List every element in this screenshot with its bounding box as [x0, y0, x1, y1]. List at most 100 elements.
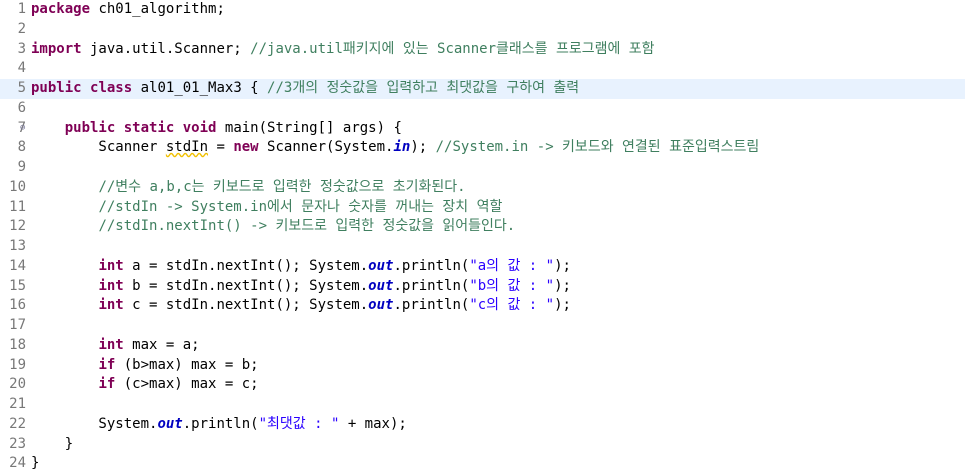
- code-text: int a = stdIn.nextInt(); System.out.prin…: [31, 257, 571, 277]
- code-line[interactable]: 23 }: [0, 435, 965, 455]
- code-text: //stdIn.nextInt() -> 키보드로 입력한 정숫값을 읽어들인다…: [31, 217, 515, 237]
- code-token: package: [31, 1, 91, 17]
- line-number: 23: [9, 435, 26, 452]
- code-token: (b>max) max = b;: [115, 356, 259, 373]
- code-token: }: [31, 455, 40, 472]
- code-line[interactable]: 13: [0, 237, 965, 257]
- code-token: out: [368, 257, 394, 274]
- fold-collapse-icon[interactable]: ⊖: [20, 119, 25, 139]
- line-number: 10: [9, 178, 26, 195]
- code-line[interactable]: 8 Scanner stdIn = new Scanner(System.in)…: [0, 138, 965, 158]
- code-text: package ch01_algorithm;: [31, 0, 225, 20]
- code-token: stdIn: [165, 139, 209, 156]
- code-line[interactable]: 11 //stdIn -> System.in에서 문자나 숫자를 꺼내는 장치…: [0, 198, 965, 218]
- code-token: if: [98, 376, 116, 393]
- code-line[interactable]: 4: [0, 59, 965, 79]
- code-line[interactable]: 1 package ch01_algorithm;: [0, 0, 965, 20]
- code-line[interactable]: 14 int a = stdIn.nextInt(); System.out.p…: [0, 257, 965, 277]
- line-number: 12: [9, 218, 26, 235]
- code-token: + max);: [339, 415, 407, 432]
- code-text: System.out.println("최댓값 : " + max);: [31, 415, 407, 435]
- code-token: out: [368, 277, 394, 294]
- code-line[interactable]: 19 if (b>max) max = b;: [0, 356, 965, 376]
- line-number: 16: [9, 297, 26, 314]
- code-token: );: [554, 297, 571, 314]
- line-number: 3: [17, 40, 26, 57]
- code-line[interactable]: 7 ⊖ public static void main(String[] args…: [0, 119, 965, 139]
- line-number: 1: [17, 1, 26, 17]
- code-line[interactable]: 20 if (c>max) max = c;: [0, 375, 965, 395]
- code-token: .println(: [393, 257, 470, 274]
- code-line[interactable]: 21: [0, 395, 965, 415]
- code-text: Scanner stdIn = new Scanner(System.in); …: [31, 138, 759, 158]
- code-token: in: [393, 139, 411, 156]
- code-line[interactable]: 15 int b = stdIn.nextInt(); System.out.p…: [0, 277, 965, 297]
- code-token: System.: [31, 415, 158, 432]
- code-token: if: [98, 356, 116, 373]
- code-editor[interactable]: 1 package ch01_algorithm; 2 3 import java.ut…: [0, 0, 965, 475]
- code-token: int: [98, 336, 124, 353]
- code-token: al01_01_Max3 {: [132, 80, 268, 96]
- line-number: 4: [17, 60, 26, 77]
- code-token: c = stdIn.nextInt(); System.: [123, 297, 369, 314]
- code-token: out: [368, 297, 394, 314]
- code-text: int max = a;: [31, 336, 200, 356]
- line-number: 22: [9, 415, 26, 432]
- code-line[interactable]: 22 System.out.println("최댓값 : " + max);: [0, 415, 965, 435]
- code-token: }: [31, 435, 74, 452]
- line-number: 18: [9, 336, 26, 353]
- code-token: =: [208, 139, 234, 156]
- code-text: import java.util.Scanner; //java.util패키지…: [31, 40, 655, 60]
- code-line[interactable]: 9: [0, 158, 965, 178]
- code-text: int b = stdIn.nextInt(); System.out.prin…: [31, 277, 571, 297]
- code-token: void: [182, 119, 217, 136]
- line-number: 8: [17, 139, 26, 156]
- code-line[interactable]: 6: [0, 99, 965, 119]
- line-number: 6: [17, 99, 26, 116]
- code-line[interactable]: 17: [0, 316, 965, 336]
- code-token: main(String[] args) {: [216, 119, 402, 136]
- line-number: 17: [9, 317, 26, 333]
- code-token: max = a;: [123, 336, 200, 353]
- code-line[interactable]: 24}: [0, 454, 965, 474]
- code-token: public: [31, 80, 82, 96]
- code-token: //java.util패키지에 있는 Scanner클래스를 프로그램에 포함: [250, 40, 655, 57]
- code-text: int c = stdIn.nextInt(); System.out.prin…: [31, 296, 571, 316]
- code-token: "최댓값 : ": [258, 415, 340, 432]
- code-text: if (b>max) max = b;: [31, 356, 259, 376]
- code-token: "a의 값 : ": [469, 257, 555, 274]
- code-token: class: [90, 80, 133, 96]
- code-token: out: [157, 415, 183, 432]
- line-number: 14: [9, 257, 26, 274]
- line-number: 5: [17, 80, 26, 96]
- code-token: import: [31, 40, 82, 57]
- code-line[interactable]: 3 import java.util.Scanner; //java.util패키…: [0, 40, 965, 60]
- code-text: //stdIn -> System.in에서 문자나 숫자를 꺼내는 장치 역할: [31, 198, 502, 218]
- code-text: public class al01_01_Max3 { //3개의 정숫값을 입…: [31, 79, 579, 99]
- code-token: //System.in -> 키보드와 연결된 표준입력스트림: [435, 139, 760, 156]
- line-number: 9: [17, 159, 26, 175]
- code-line[interactable]: 2: [0, 20, 965, 40]
- code-token: );: [554, 277, 571, 294]
- code-token: Scanner: [31, 139, 166, 156]
- code-token: .println(: [182, 415, 259, 432]
- line-number: 11: [9, 198, 26, 215]
- line-number: 21: [9, 396, 26, 412]
- code-text: //변수 a,b,c는 키보드로 입력한 정숫값으로 초기화된다.: [31, 178, 465, 198]
- code-line[interactable]: 5 public class al01_01_Max3 { //3개의 정숫값을 …: [0, 79, 965, 99]
- line-number: 15: [9, 277, 26, 294]
- line-number: 20: [9, 376, 26, 393]
- code-line[interactable]: 18 int max = a;: [0, 336, 965, 356]
- code-line[interactable]: 12 //stdIn.nextInt() -> 키보드로 입력한 정숫값을 읽어…: [0, 217, 965, 237]
- code-token: //stdIn.nextInt() -> 키보드로 입력한 정숫값을 읽어들인다…: [98, 218, 516, 235]
- code-line[interactable]: 16 int c = stdIn.nextInt(); System.out.p…: [0, 296, 965, 316]
- code-token: b = stdIn.nextInt(); System.: [123, 277, 369, 294]
- code-line[interactable]: 10 //변수 a,b,c는 키보드로 입력한 정숫값으로 초기화된다.: [0, 178, 965, 198]
